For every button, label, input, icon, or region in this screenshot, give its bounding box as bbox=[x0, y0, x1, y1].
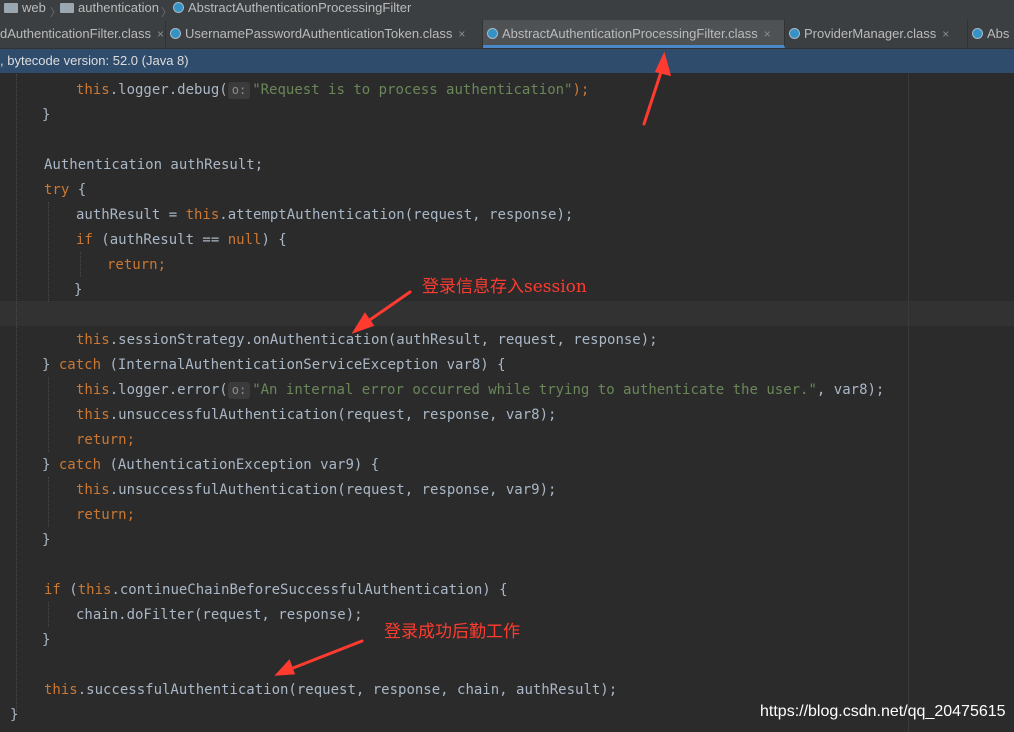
arrow-head bbox=[351, 312, 375, 334]
success-annotation: 登录成功后勤工作 bbox=[384, 622, 520, 642]
success-pointer-arrow bbox=[286, 639, 364, 672]
tab-pointer-arrow bbox=[642, 64, 665, 126]
session-pointer-arrow bbox=[362, 290, 412, 326]
arrow-head bbox=[274, 659, 296, 676]
watermark: https://blog.csdn.net/qq_20475615 bbox=[760, 703, 1006, 720]
arrow-head bbox=[654, 51, 672, 77]
session-annotation: 登录信息存入session bbox=[422, 277, 587, 297]
